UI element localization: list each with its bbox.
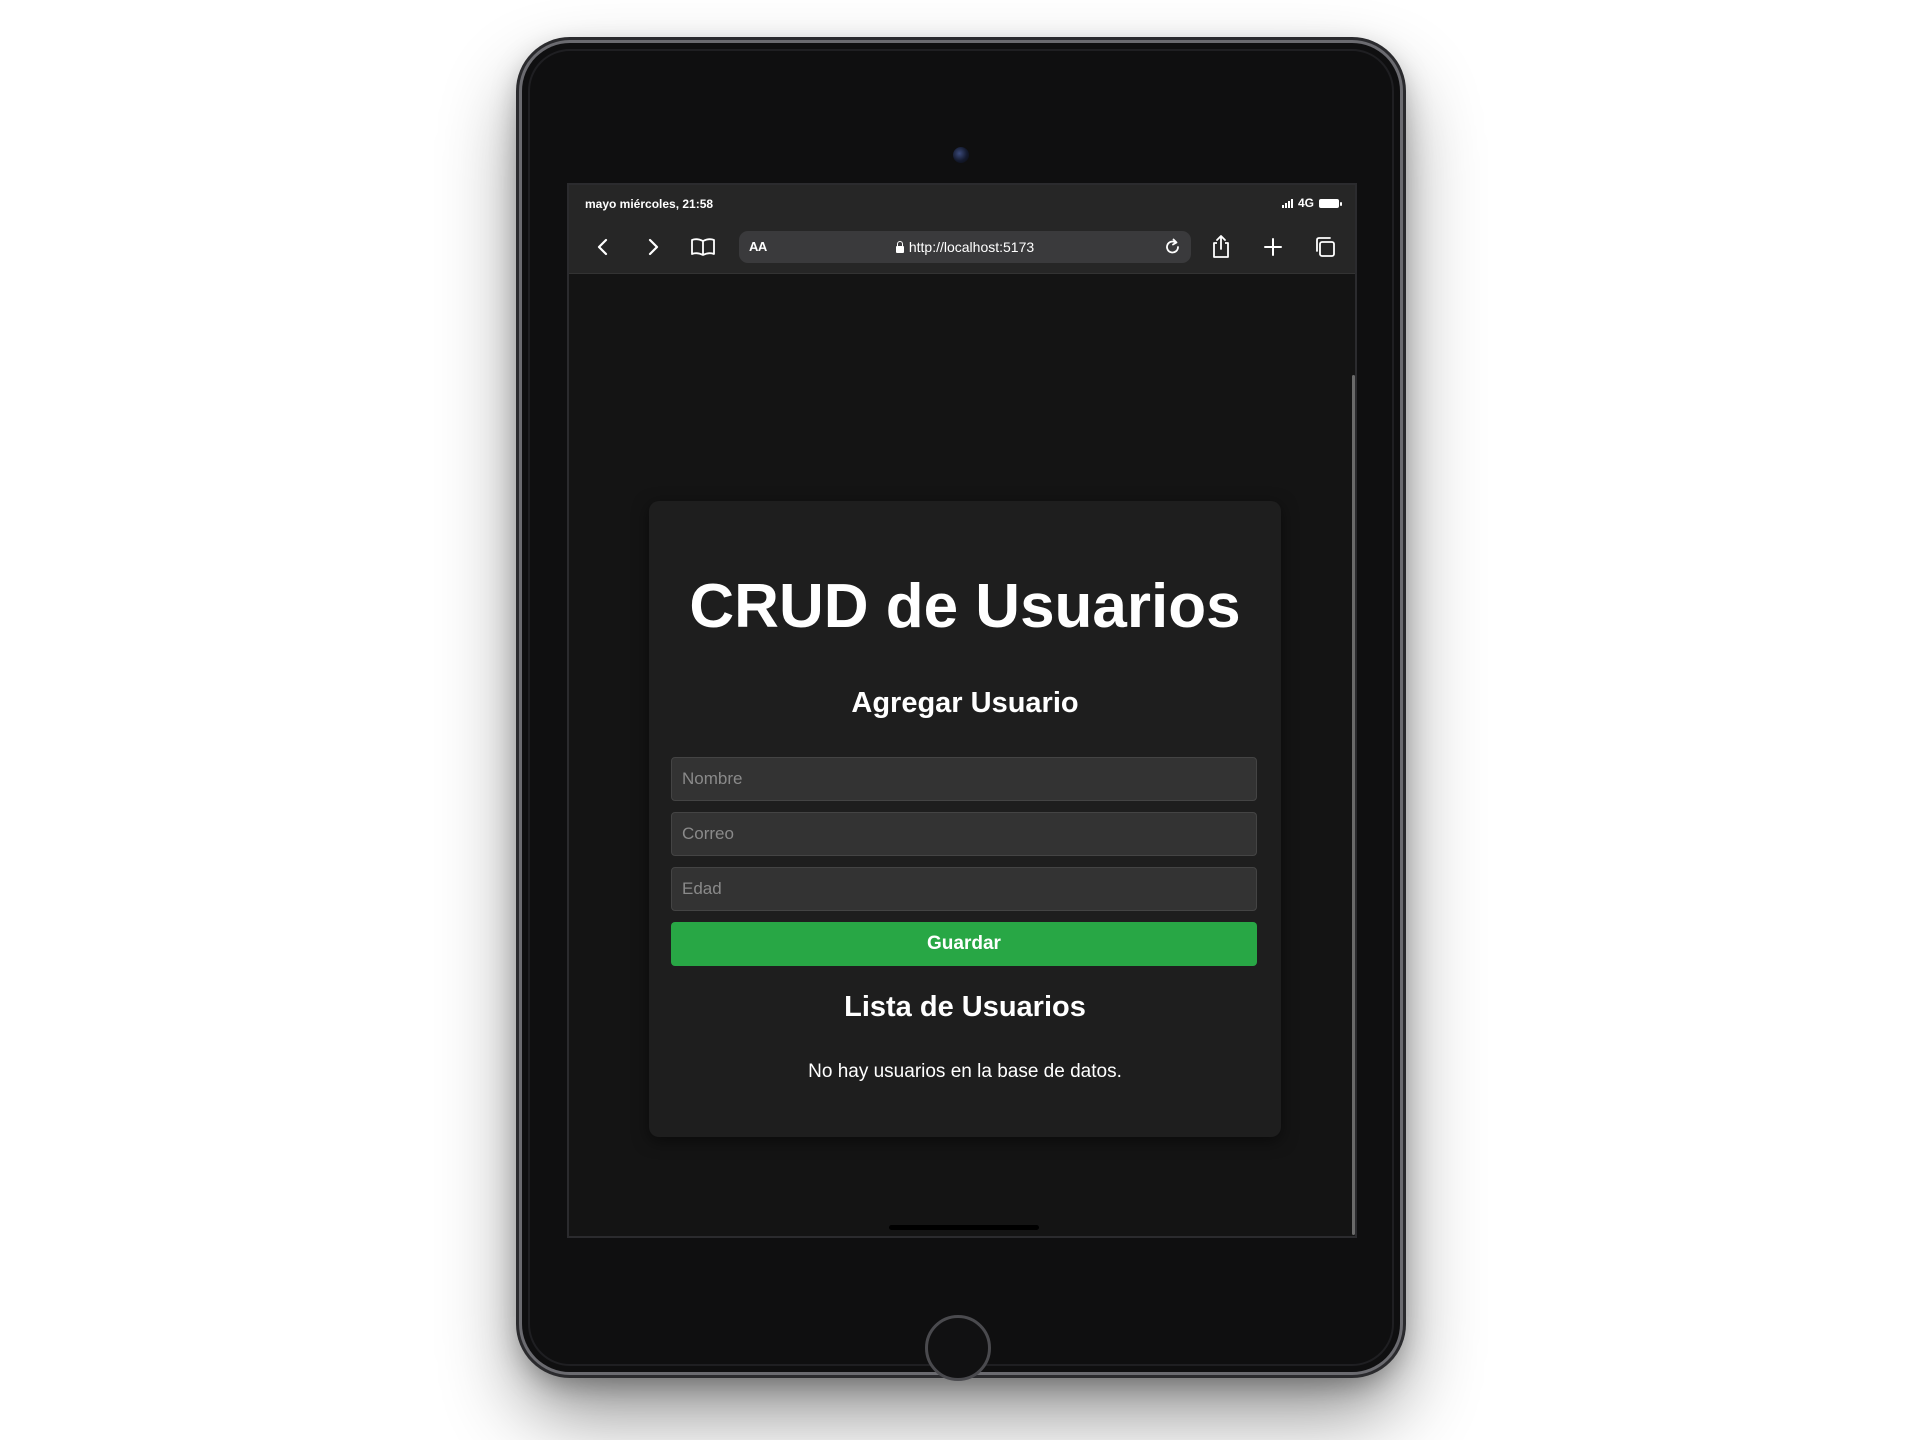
url-text: http://localhost:5173 (908, 239, 1035, 255)
add-user-heading: Agregar Usuario (851, 687, 1079, 719)
network-label: 4G (1297, 196, 1314, 210)
tabs-icon[interactable] (1309, 231, 1341, 263)
battery-icon (1319, 198, 1342, 208)
reload-icon[interactable] (1163, 237, 1183, 257)
stage: mayo miércoles, 21:58 4G AA http://local… (0, 0, 1920, 1440)
name-input[interactable] (671, 757, 1257, 801)
share-icon[interactable] (1205, 231, 1237, 263)
lock-icon (895, 240, 904, 253)
tablet-device: mayo miércoles, 21:58 4G AA http://local… (522, 43, 1400, 1381)
age-input[interactable] (671, 867, 1257, 911)
save-button[interactable]: Guardar (671, 922, 1257, 966)
tablet-screen: mayo miércoles, 21:58 4G AA http://local… (567, 183, 1357, 1238)
status-indicators: 4G (1281, 196, 1342, 210)
forward-icon[interactable] (637, 231, 669, 263)
browser-toolbar: AA http://localhost:5173 (569, 221, 1355, 274)
url-display: http://localhost:5173 (739, 239, 1191, 255)
status-bar: mayo miércoles, 21:58 4G (569, 185, 1355, 221)
page-title: CRUD de Usuarios (689, 572, 1241, 641)
address-bar[interactable]: AA http://localhost:5173 (739, 231, 1191, 263)
email-input[interactable] (671, 812, 1257, 856)
empty-list-message: No hay usuarios en la base de datos. (808, 1061, 1122, 1082)
bookmarks-icon[interactable] (687, 231, 719, 263)
page-scrollbar[interactable] (1352, 375, 1355, 1235)
crud-card: CRUD de Usuarios Agregar Usuario Guardar… (649, 501, 1281, 1137)
home-indicator[interactable] (889, 1225, 1039, 1230)
camera-icon (953, 147, 969, 163)
status-time: mayo miércoles, 21:58 (585, 197, 714, 211)
user-list-heading: Lista de Usuarios (844, 991, 1086, 1023)
home-button[interactable] (925, 1315, 991, 1381)
signal-icon (1281, 198, 1293, 208)
back-icon[interactable] (587, 231, 619, 263)
new-tab-icon[interactable] (1257, 231, 1289, 263)
